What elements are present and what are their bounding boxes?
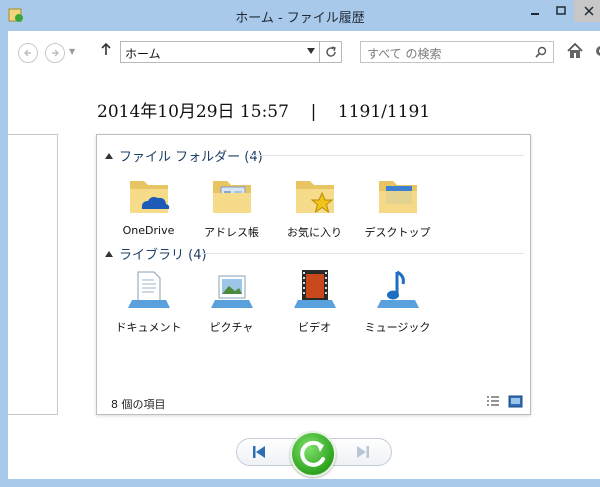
item-label: OneDrive <box>122 224 175 237</box>
home-icon[interactable] <box>566 42 584 60</box>
favorites-folder-icon <box>295 181 334 214</box>
library-items: ドキュメント ピクチャ ビデオ ミュージック <box>107 266 439 335</box>
search-input[interactable]: すべて の検索 <box>367 45 442 62</box>
maximize-button[interactable] <box>548 0 574 22</box>
address-value: ホーム <box>125 47 161 61</box>
item-label: ピクチャ <box>209 321 254 334</box>
snapshot-date-time: 2014年10月29日 15:57 <box>97 102 289 122</box>
playback-controls <box>236 431 392 477</box>
refresh-button[interactable] <box>320 41 342 63</box>
videos-library-icon <box>293 270 336 308</box>
close-button[interactable] <box>574 0 600 22</box>
forward-button[interactable] <box>45 43 65 63</box>
snapshot-heading: 2014年10月29日 15:57 | 1191/1191 <box>97 97 430 122</box>
address-bar[interactable]: ホーム <box>120 41 320 63</box>
recent-locations-dropdown[interactable]: ▼ <box>69 47 75 56</box>
item-label: アドレス帳 <box>204 226 259 239</box>
previous-snapshot-panel[interactable] <box>8 134 58 415</box>
group-header-label: ライブラリ (4) <box>119 248 207 263</box>
forward-arrow-icon <box>52 49 59 57</box>
snapshot-position: 1191/1191 <box>337 102 431 122</box>
music-library-icon <box>376 270 419 308</box>
gear-icon[interactable] <box>592 42 600 60</box>
pictures-library-icon <box>210 275 253 308</box>
library-item-music[interactable]: ミュージック <box>356 266 439 335</box>
back-button[interactable] <box>18 43 38 63</box>
refresh-icon <box>325 46 336 57</box>
search-box[interactable]: すべて の検索 <box>360 41 554 63</box>
snapshot-panel: ファイル フォルダー (4) OneDrive アドレス帳 お気に入り デスクト… <box>96 134 531 415</box>
group-header-label: ファイル フォルダー (4) <box>119 150 263 165</box>
snapshot-separator: | <box>310 102 317 122</box>
library-item-videos[interactable]: ビデオ <box>273 266 356 335</box>
library-item-documents[interactable]: ドキュメント <box>107 266 190 335</box>
next-version-icon[interactable] <box>354 444 372 460</box>
back-arrow-icon <box>24 49 31 57</box>
item-label: ドキュメント <box>115 321 182 334</box>
restore-icon <box>300 440 325 467</box>
minimize-icon <box>531 13 539 15</box>
item-label: ビデオ <box>298 321 331 334</box>
folder-item-contacts[interactable]: アドレス帳 <box>190 171 273 240</box>
folder-item-desktop[interactable]: デスクトップ <box>356 171 439 240</box>
chevron-down-icon[interactable] <box>307 46 315 57</box>
restore-button[interactable] <box>290 431 336 477</box>
up-arrow-icon <box>101 42 111 55</box>
onedrive-folder-icon <box>129 181 169 213</box>
details-view-icon[interactable] <box>486 395 500 408</box>
collapse-triangle-icon[interactable] <box>105 250 113 257</box>
desktop-folder-icon <box>378 181 417 213</box>
item-label: デスクトップ <box>364 226 431 239</box>
large-icons-view-icon[interactable] <box>508 395 523 408</box>
group-header-folders[interactable]: ファイル フォルダー (4) <box>105 146 263 165</box>
folder-items: OneDrive アドレス帳 お気に入り デスクトップ <box>107 171 439 240</box>
minimize-button[interactable] <box>522 0 548 22</box>
close-icon <box>584 6 594 16</box>
group-divider <box>249 155 524 156</box>
client-area: ▼ ホーム すべて の検索 2014年10月29日 15:57 | 1191/1… <box>8 31 600 479</box>
item-count: 8 個の項目 <box>111 398 166 411</box>
previous-version-icon[interactable] <box>250 444 268 460</box>
documents-library-icon <box>127 271 170 308</box>
window-title: ホーム - ファイル履歴 <box>235 11 365 26</box>
library-item-pictures[interactable]: ピクチャ <box>190 266 273 335</box>
window-bottom-border <box>0 479 600 487</box>
item-label: ミュージック <box>364 321 431 334</box>
title-bar[interactable]: ホーム - ファイル履歴 <box>0 0 600 31</box>
up-button[interactable] <box>100 42 112 60</box>
folder-item-favorites[interactable]: お気に入り <box>273 171 356 240</box>
maximize-icon <box>556 6 566 15</box>
folder-item-onedrive[interactable]: OneDrive <box>107 171 190 240</box>
search-icon[interactable] <box>535 46 547 58</box>
group-header-libraries[interactable]: ライブラリ (4) <box>105 244 207 263</box>
group-divider <box>201 253 524 254</box>
navigation-bar: ▼ ホーム すべて の検索 <box>8 31 600 75</box>
contacts-folder-icon <box>212 181 251 213</box>
item-label: お気に入り <box>287 226 342 239</box>
collapse-triangle-icon[interactable] <box>105 152 113 159</box>
